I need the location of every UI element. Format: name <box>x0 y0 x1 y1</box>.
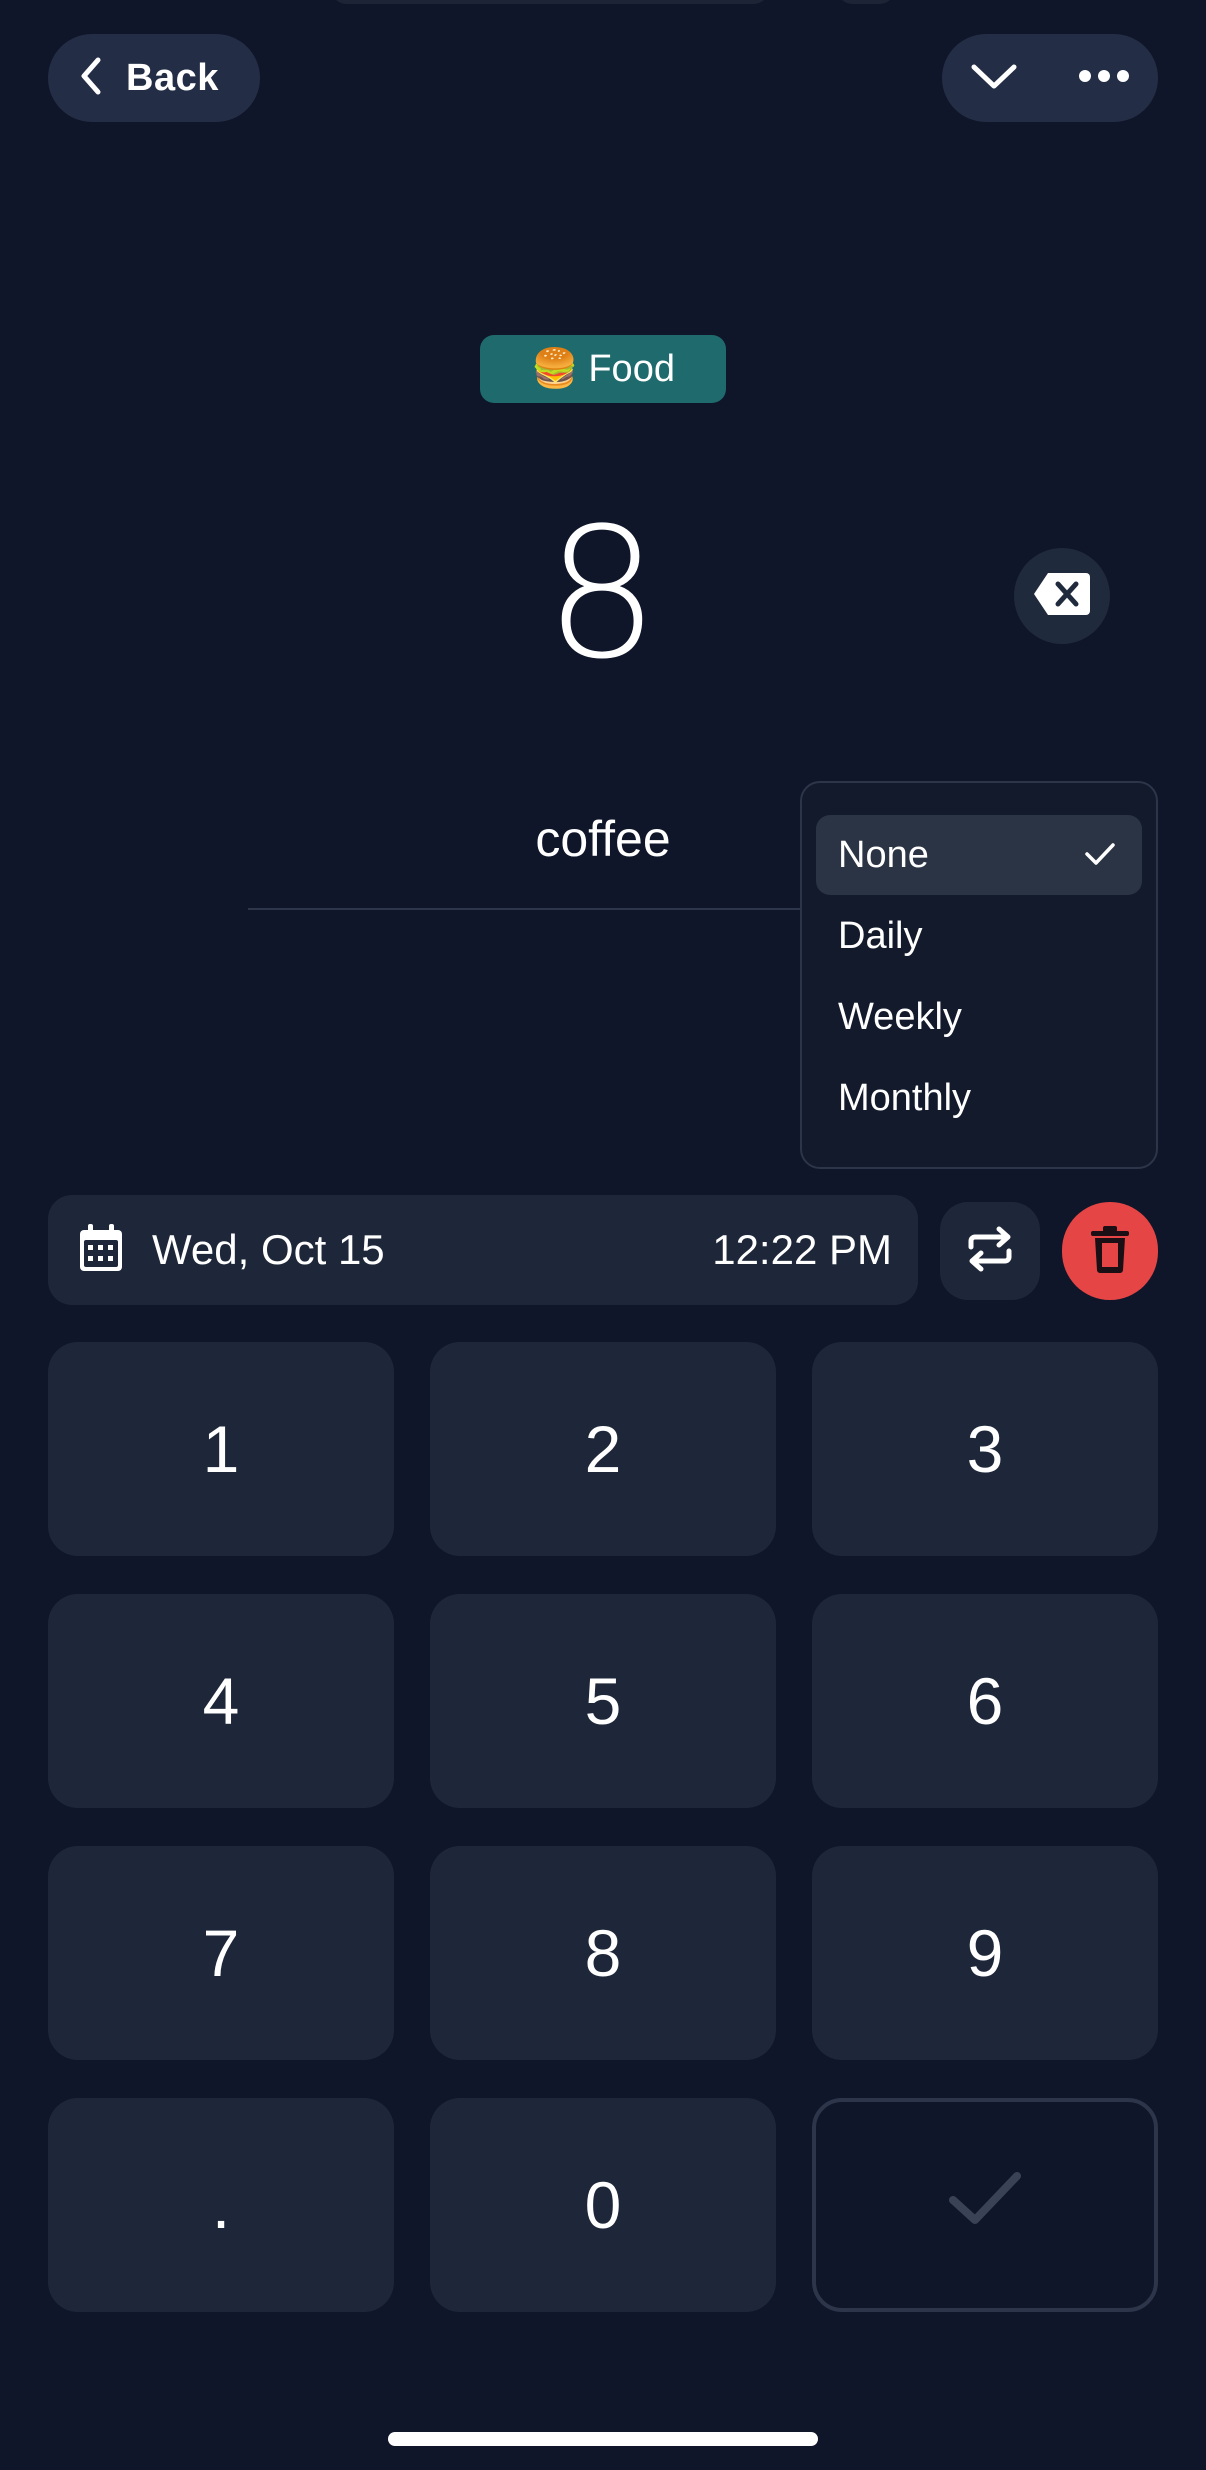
back-button[interactable]: Back <box>48 34 260 122</box>
delete-button[interactable] <box>1062 1202 1158 1300</box>
key-8[interactable]: 8 <box>430 1846 776 2060</box>
recurrence-option-label: Monthly <box>838 1076 972 1119</box>
key-9[interactable]: 9 <box>812 1846 1158 2060</box>
recurrence-option-monthly[interactable]: Monthly <box>816 1058 1142 1138</box>
key-5[interactable]: 5 <box>430 1594 776 1808</box>
more-horizontal-icon[interactable] <box>1078 69 1130 88</box>
recurrence-option-weekly[interactable]: Weekly <box>816 977 1142 1057</box>
burger-icon: 🍔 <box>531 348 579 390</box>
category-chip[interactable]: 🍔 Food <box>480 335 726 403</box>
backspace-icon <box>1032 571 1092 622</box>
category-label: Food <box>588 347 675 390</box>
confirm-button[interactable] <box>812 2098 1158 2312</box>
status-bar-remnant-dot <box>836 0 896 4</box>
repeat-button[interactable] <box>940 1202 1040 1300</box>
trash-icon <box>1090 1225 1130 1278</box>
recurrence-dropdown: None Daily Weekly Monthly <box>800 781 1158 1169</box>
chevron-left-icon <box>78 56 104 101</box>
key-1[interactable]: 1 <box>48 1342 394 1556</box>
time-value: 12:22 PM <box>712 1226 892 1273</box>
header-actions <box>942 34 1158 122</box>
chevron-down-icon[interactable] <box>970 61 1018 96</box>
key-7[interactable]: 7 <box>48 1846 394 2060</box>
date-time-selector[interactable]: Wed, Oct 15 12:22 PM <box>48 1195 918 1305</box>
status-bar-remnant <box>330 0 770 4</box>
backspace-button[interactable] <box>1014 548 1110 644</box>
key-decimal[interactable]: . <box>48 2098 394 2312</box>
key-4[interactable]: 4 <box>48 1594 394 1808</box>
key-3[interactable]: 3 <box>812 1342 1158 1556</box>
recurrence-option-daily[interactable]: Daily <box>816 896 1142 976</box>
date-value: Wed, Oct 15 <box>152 1226 385 1273</box>
calendar-icon <box>78 1223 124 1278</box>
key-6[interactable]: 6 <box>812 1594 1158 1808</box>
recurrence-option-none[interactable]: None <box>816 815 1142 895</box>
check-icon <box>1084 834 1116 877</box>
key-2[interactable]: 2 <box>430 1342 776 1556</box>
recurrence-option-label: None <box>838 833 929 876</box>
home-indicator <box>388 2432 818 2446</box>
recurrence-option-label: Daily <box>838 914 923 957</box>
repeat-icon <box>965 1225 1015 1278</box>
amount-display: 8 <box>544 490 660 699</box>
back-label: Back <box>126 56 219 99</box>
check-icon <box>947 2167 1023 2243</box>
key-0[interactable]: 0 <box>430 2098 776 2312</box>
recurrence-option-label: Weekly <box>838 995 962 1038</box>
